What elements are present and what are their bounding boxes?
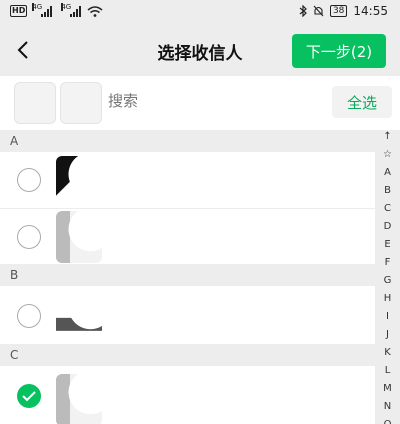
avatar (56, 374, 102, 424)
index-letter[interactable]: L (375, 362, 400, 380)
select-radio[interactable] (17, 168, 41, 192)
index-letter[interactable]: D (375, 218, 400, 236)
alphabet-index[interactable]: ↑ ☆ A B C D E F G H I J K L M N O (375, 128, 400, 424)
index-letter[interactable]: J (375, 326, 400, 344)
index-letter[interactable]: C (375, 200, 400, 218)
index-letter[interactable]: B (375, 182, 400, 200)
header-bar: 选择收信人 下一步(2) (0, 26, 400, 76)
select-all-button[interactable]: 全选 (332, 86, 392, 118)
signal-icon: 4G (32, 2, 53, 17)
avatar (56, 289, 102, 341)
index-letter[interactable]: O (375, 416, 400, 424)
battery-icon: 38 (329, 5, 348, 17)
search-input[interactable] (108, 92, 308, 110)
contact-row[interactable] (0, 209, 375, 264)
index-letter[interactable]: E (375, 236, 400, 254)
selected-avatar[interactable] (60, 82, 102, 124)
section-header-c: C (0, 344, 375, 366)
index-letter[interactable]: H (375, 290, 400, 308)
wifi-icon (87, 5, 103, 17)
avatar (56, 211, 102, 263)
index-letter[interactable]: A (375, 164, 400, 182)
index-letter[interactable]: I (375, 308, 400, 326)
index-letter[interactable]: G (375, 272, 400, 290)
mute-bell-icon (313, 5, 324, 17)
index-letter[interactable]: M (375, 380, 400, 398)
section-header-b: B (0, 264, 375, 286)
signal-icon: 4G (61, 2, 82, 17)
avatar (56, 156, 102, 208)
index-letter[interactable]: N (375, 398, 400, 416)
checkmark-icon (22, 391, 36, 402)
selected-avatar[interactable] (14, 82, 56, 124)
index-letter[interactable]: F (375, 254, 400, 272)
select-radio[interactable] (17, 225, 41, 249)
index-star-icon[interactable]: ☆ (375, 146, 400, 164)
next-step-button[interactable]: 下一步(2) (292, 34, 386, 68)
selected-checkbox[interactable] (17, 384, 41, 408)
hd-icon: HD (10, 5, 28, 17)
select-radio[interactable] (17, 304, 41, 328)
status-bar: HD 4G 4G 38 14:55 (0, 0, 400, 26)
index-letter[interactable]: K (375, 344, 400, 362)
section-header-a: A (0, 130, 375, 152)
search-bar: 全选 (0, 76, 400, 130)
bluetooth-icon (299, 5, 307, 17)
index-up-icon[interactable]: ↑ (375, 128, 400, 146)
clock: 14:55 (353, 4, 388, 18)
contact-row[interactable] (0, 366, 375, 424)
contact-row[interactable] (0, 152, 375, 208)
contact-row[interactable] (0, 286, 375, 344)
